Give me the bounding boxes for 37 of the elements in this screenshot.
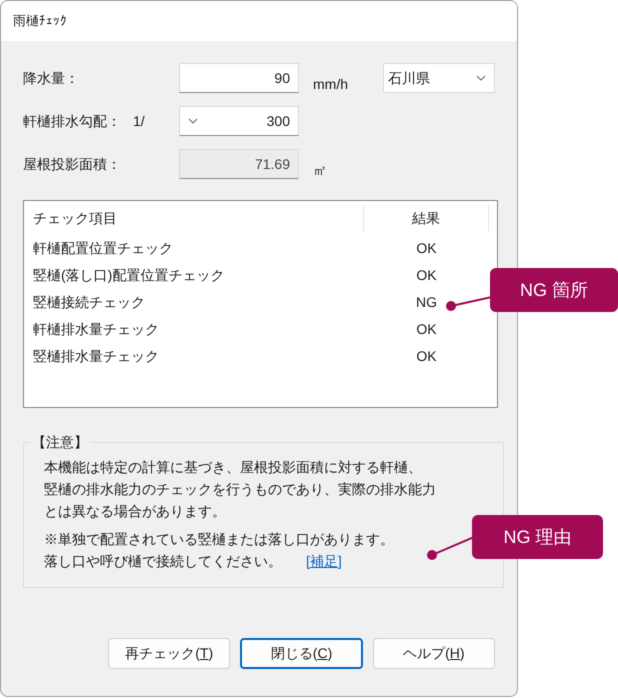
field-value: 71.69 bbox=[254, 154, 290, 174]
supplement-link[interactable]: [補足] bbox=[306, 553, 342, 569]
group-title: 【注意】 bbox=[30, 432, 90, 452]
dialog-button[interactable]: ヘルプ(H) bbox=[372, 638, 495, 669]
table-cell-text: OK bbox=[416, 347, 437, 366]
table-cell-text: OK bbox=[416, 320, 437, 339]
table-cell-text: 竪樋(落し口)配置位置チェック bbox=[32, 266, 226, 285]
leader-line bbox=[446, 296, 492, 312]
dialog-button[interactable]: 再チェック(T) bbox=[108, 638, 230, 669]
table-cell-text: 軒樋排水量チェック bbox=[32, 320, 160, 339]
field-value: 90 bbox=[274, 68, 290, 88]
notice-text: 本機能は特定の計算に基づき、屋根投影面積に対する軒樋、 竪樋の排水能力のチェックを行うものであり、実際の排水能力 とは異なる場合があります。 bbox=[44, 458, 436, 521]
table-cell-text: OK bbox=[416, 239, 437, 258]
dialog-button[interactable]: 閉じる(C) bbox=[240, 638, 363, 669]
ratio-prefix: 1/ bbox=[133, 112, 145, 130]
callout-label: NG 箇所 bbox=[490, 268, 618, 312]
field-label: 屋根投影面積： bbox=[23, 154, 121, 174]
table-cell-text: OK bbox=[416, 266, 437, 285]
callout-label: NG 理由 bbox=[472, 515, 603, 559]
chevron-down-icon bbox=[476, 75, 486, 81]
unit-label: mm/h bbox=[313, 74, 348, 94]
ng-reason-text: ※単独で配置されている竪樋または落し口があります。 落し口や呼び樋で接続してください。 [補足] bbox=[44, 530, 394, 571]
input-field[interactable]: 90 bbox=[179, 63, 299, 93]
region-dropdown[interactable]: 石川県 bbox=[383, 63, 495, 93]
table-cell-text: 竪樋接続チェック bbox=[32, 293, 146, 312]
field-value: 300 bbox=[266, 112, 290, 130]
field-label: 降水量： bbox=[23, 68, 79, 88]
table-cell-text: 軒樋配置位置チェック bbox=[32, 239, 174, 258]
spin-field[interactable]: 300 bbox=[179, 106, 299, 136]
column-header: 結果 bbox=[364, 204, 489, 232]
table-cell-text: NG bbox=[416, 293, 437, 312]
column-header: チェック項目 bbox=[24, 204, 364, 232]
chevron-down-icon bbox=[188, 118, 198, 124]
window-title: 雨樋ﾁｪｯｸ bbox=[13, 12, 67, 30]
table-cell-text: 竪樋排水量チェック bbox=[32, 347, 160, 366]
unit-label: ㎡ bbox=[313, 160, 327, 180]
field-label: 軒樋排水勾配： bbox=[23, 112, 121, 130]
